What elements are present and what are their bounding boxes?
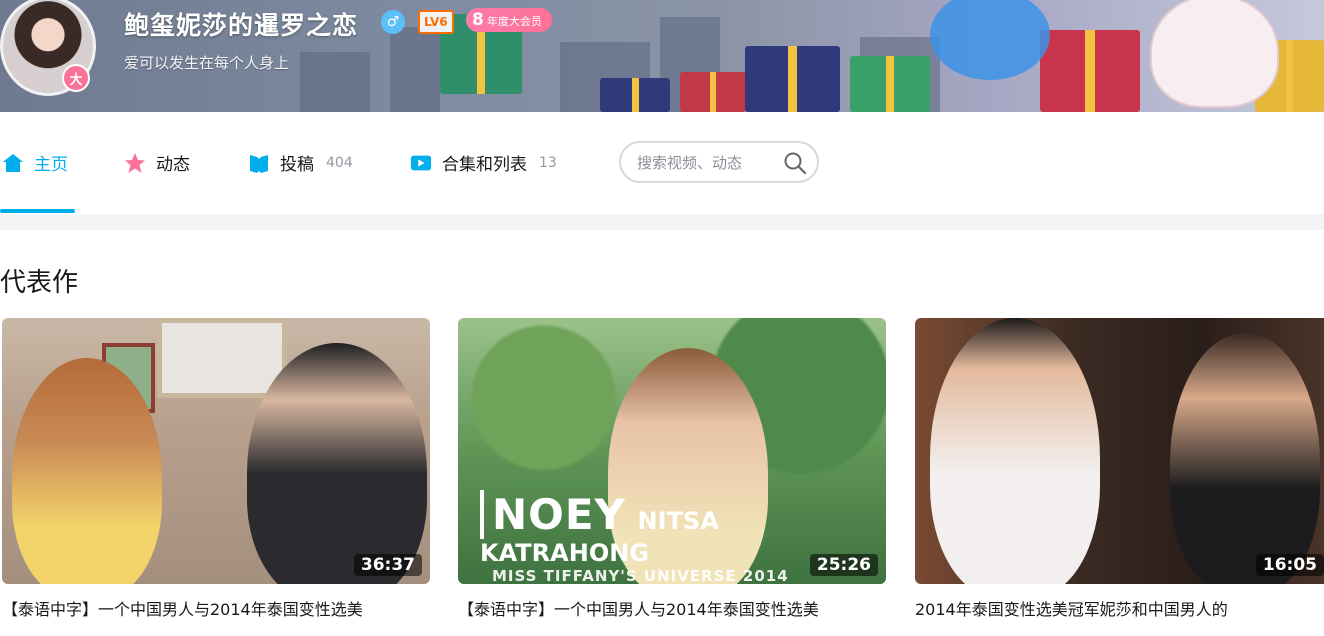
active-tab-indicator — [0, 209, 75, 213]
dynamic-icon — [124, 152, 146, 174]
tab-dynamic[interactable]: 动态 — [124, 150, 190, 175]
profile-banner: 大 鲍玺妮莎的暹罗之恋 ♂ LV6 8 年度大会员 爱可以发生在每个人身上 — [0, 0, 1324, 112]
video-thumbnail[interactable]: 16:05 — [915, 318, 1324, 584]
banner-gift-box — [850, 56, 930, 112]
banner-plush-rabbit — [1150, 0, 1279, 108]
tab-collection-count: 13 — [539, 154, 557, 171]
vip-years: 8 — [472, 10, 484, 30]
search-input[interactable] — [635, 151, 789, 175]
tab-collection[interactable]: 合集和列表 13 — [410, 150, 557, 175]
vip-badge[interactable]: 8 年度大会员 — [466, 8, 552, 32]
wall-picture — [157, 318, 287, 398]
video-title[interactable]: 【泰语中字】一个中国男人与2014年泰国变性选美 — [2, 596, 430, 620]
banner-gift-box — [600, 78, 670, 112]
tab-dynamic-label: 动态 — [156, 155, 190, 175]
thumbnail-person — [247, 343, 427, 584]
username[interactable]: 鲍玺妮莎的暹罗之恋 — [124, 6, 358, 42]
video-duration: 25:26 — [809, 554, 878, 576]
section-title: 代表作 — [0, 268, 79, 298]
video-title[interactable]: 【泰语中字】一个中国男人与2014年泰国变性选美 — [458, 596, 886, 620]
tab-upload[interactable]: 投稿 404 — [248, 150, 353, 175]
search-box[interactable] — [619, 141, 819, 183]
banner-gift-box — [1040, 30, 1140, 112]
video-duration: 16:05 — [1255, 554, 1324, 576]
user-signature: 爱可以发生在每个人身上 — [124, 54, 290, 72]
tab-upload-label: 投稿 — [280, 155, 314, 175]
video-card[interactable]: 36:37 【泰语中字】一个中国男人与2014年泰国变性选美 — [2, 318, 430, 620]
video-duration: 36:37 — [353, 554, 422, 576]
video-title[interactable]: 2014年泰国变性选美冠军妮莎和中国男人的 — [915, 596, 1324, 620]
banner-building — [390, 27, 440, 112]
level-badge: LV6 — [418, 10, 454, 34]
avatar-badge: 大 — [62, 64, 90, 92]
search-icon[interactable] — [783, 151, 807, 175]
video-card[interactable]: NOEY NITSA KATRAHONG MISS TIFFANY'S UNIV… — [458, 318, 886, 620]
male-icon: ♂ — [381, 10, 405, 34]
home-icon — [2, 152, 24, 174]
overlay-name: NOEY — [480, 490, 626, 539]
tab-home-label: 主页 — [34, 155, 68, 175]
collection-icon — [410, 152, 432, 174]
tab-home[interactable]: 主页 — [2, 150, 68, 175]
tab-upload-count: 404 — [326, 154, 353, 171]
video-thumbnail[interactable]: NOEY NITSA KATRAHONG MISS TIFFANY'S UNIV… — [458, 318, 886, 584]
video-card[interactable]: 16:05 2014年泰国变性选美冠军妮莎和中国男人的 — [915, 318, 1324, 620]
banner-building — [300, 52, 370, 112]
upload-icon — [248, 152, 270, 174]
section-divider — [0, 214, 1324, 230]
thumbnail-person — [930, 318, 1100, 584]
tab-collection-label: 合集和列表 — [442, 155, 527, 175]
vip-label: 年度大会员 — [486, 15, 542, 28]
banner-gift-box — [745, 46, 840, 112]
video-thumbnail[interactable]: 36:37 — [2, 318, 430, 584]
banner-character — [930, 0, 1050, 80]
banner-gift-box — [680, 72, 746, 112]
thumbnail-person — [1170, 333, 1320, 584]
thumbnail-person — [12, 358, 162, 584]
